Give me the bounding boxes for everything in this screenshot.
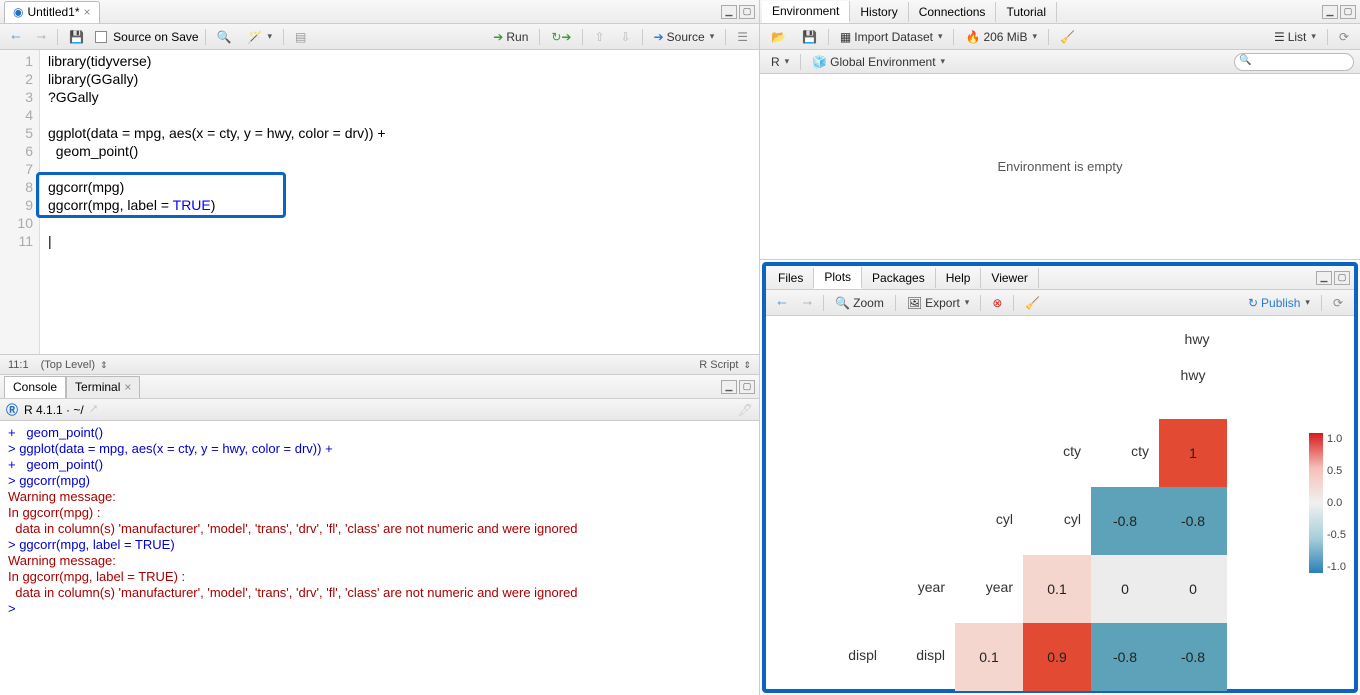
rerun-button[interactable]: ↻➔ <box>546 28 576 46</box>
tab-viewer[interactable]: Viewer <box>981 268 1038 288</box>
language-indicator[interactable]: R Script ⇕ <box>699 359 751 371</box>
console-tab[interactable]: Console <box>4 376 66 398</box>
env-toolbar: 📂 💾 ▦ Import Dataset▾ 🔥 206 MiB▾ 🧹 ☰ Lis… <box>760 24 1360 50</box>
cube-icon: 🧊 <box>812 55 827 69</box>
find-button[interactable]: 🔍 <box>212 28 237 46</box>
tab-packages[interactable]: Packages <box>862 268 936 288</box>
corr-cell: -0.8 <box>1091 487 1159 555</box>
save-button[interactable]: 💾 <box>64 28 89 46</box>
source-pane: ◉ Untitled1* × ▁ ▢ ⭠ ⭢ 💾 Source on Save … <box>0 0 759 375</box>
publish-button[interactable]: ↻ Publish▾ <box>1243 294 1315 312</box>
plot-canvas: displyearcylctyhwy0.10.9-0.8-0.80.100-0.… <box>766 316 1354 689</box>
save-workspace-button[interactable]: 💾 <box>797 28 822 46</box>
code-editor[interactable]: 1234567891011 library(tidyverse)library(… <box>0 50 759 354</box>
corr-cell: -0.8 <box>1159 623 1227 691</box>
maximize-pane-button[interactable]: ▢ <box>739 5 755 19</box>
corr-cell: 0 <box>1091 555 1159 623</box>
source-tab[interactable]: ◉ Untitled1* × <box>4 1 100 23</box>
open-folder-icon[interactable]: ⭧ <box>90 402 98 417</box>
maximize-pane-button[interactable]: ▢ <box>739 380 755 394</box>
corr-cell: 0.9 <box>1023 623 1091 691</box>
plot-prev-button[interactable]: ⭠ <box>772 293 792 312</box>
refresh-plot-button[interactable]: ⟳ <box>1328 294 1348 312</box>
console-toolbar: Ⓡ R 4.1.1 · ~/ ⭧ 🖋 <box>0 399 759 421</box>
source-toolbar: ⭠ ⭢ 💾 Source on Save 🔍 🪄▾ ▤ ➔Run ↻➔ ⇧ ⇩ <box>0 24 759 50</box>
r-version-label: R 4.1.1 · ~/ <box>24 403 84 417</box>
terminal-tab[interactable]: Terminal× <box>66 376 140 398</box>
corr-cell: 0.1 <box>1023 555 1091 623</box>
environment-pane: Environment History Connections Tutorial… <box>760 0 1360 260</box>
scope-indicator[interactable]: (Top Level) ⇕ <box>41 359 108 371</box>
corr-cell: 0 <box>1159 555 1227 623</box>
code-area[interactable]: library(tidyverse)library(GGally)?GGally… <box>40 50 759 354</box>
outline-button[interactable]: ☰ <box>732 28 753 46</box>
export-button[interactable]: 🖼 Export▾ <box>902 294 974 312</box>
maximize-pane-button[interactable]: ▢ <box>1340 5 1356 19</box>
env-search-input[interactable] <box>1234 53 1354 71</box>
import-dataset-button[interactable]: ▦ Import Dataset▾ <box>835 28 948 46</box>
tab-plots[interactable]: Plots <box>814 267 862 289</box>
tab-tutorial[interactable]: Tutorial <box>996 2 1057 22</box>
env-scope[interactable]: 🧊 Global Environment▾ <box>807 53 950 71</box>
r-doc-icon: ◉ <box>13 5 23 19</box>
env-empty-message: Environment is empty <box>760 74 1360 259</box>
refresh-button[interactable]: ⟳ <box>1334 28 1354 46</box>
language-scope[interactable]: R▾ <box>766 53 794 71</box>
source-tabstrip: ◉ Untitled1* × ▁ ▢ <box>0 0 759 24</box>
tab-connections[interactable]: Connections <box>909 2 997 22</box>
run-button[interactable]: ➔Run <box>488 28 533 46</box>
env-tabstrip: Environment History Connections Tutorial… <box>760 0 1360 24</box>
plots-pane: Files Plots Packages Help Viewer ▁ ▢ ⭠ ⭢… <box>762 262 1358 693</box>
close-icon[interactable]: × <box>84 5 91 19</box>
wand-button[interactable]: 🪄▾ <box>243 28 277 46</box>
close-icon[interactable]: × <box>124 380 131 394</box>
source-statusbar: 11:1 (Top Level) ⇕ R Script ⇕ <box>0 354 759 374</box>
console-output[interactable]: + geom_point()> ggplot(data = mpg, aes(x… <box>0 421 759 695</box>
corr-cell: 1 <box>1159 419 1227 487</box>
source-tab-title: Untitled1* <box>27 5 79 19</box>
clear-plots-button[interactable]: 🧹 <box>1020 294 1045 312</box>
report-button[interactable]: ▤ <box>290 28 311 46</box>
minimize-pane-button[interactable]: ▁ <box>1322 5 1338 19</box>
source-on-save-label: Source on Save <box>113 30 198 44</box>
memory-indicator[interactable]: 🔥 206 MiB▾ <box>960 28 1042 46</box>
plot-next-button[interactable]: ⭢ <box>798 293 818 312</box>
clear-workspace-button[interactable]: 🧹 <box>1055 28 1080 46</box>
plots-tabstrip: Files Plots Packages Help Viewer ▁ ▢ <box>766 266 1354 290</box>
source-on-save-checkbox[interactable] <box>95 31 107 43</box>
minimize-pane-button[interactable]: ▁ <box>721 380 737 394</box>
tab-files[interactable]: Files <box>768 268 814 288</box>
view-mode-button[interactable]: ☰ List▾ <box>1269 28 1321 46</box>
minimize-pane-button[interactable]: ▁ <box>721 5 737 19</box>
remove-plot-button[interactable]: ⊗ <box>987 294 1007 312</box>
section-up-button[interactable]: ⇧ <box>589 28 609 46</box>
console-pane: Console Terminal× ▁ ▢ Ⓡ R 4.1.1 · ~/ ⭧ 🖋… <box>0 375 759 695</box>
source-button[interactable]: ➔Source▾ <box>649 28 720 46</box>
tab-history[interactable]: History <box>850 2 908 22</box>
back-button[interactable]: ⭠ <box>6 27 26 46</box>
forward-button[interactable]: ⭢ <box>32 27 52 46</box>
console-tabstrip: Console Terminal× ▁ ▢ <box>0 375 759 399</box>
line-gutter: 1234567891011 <box>0 50 40 354</box>
tab-environment[interactable]: Environment <box>762 1 850 23</box>
section-down-button[interactable]: ⇩ <box>616 28 636 46</box>
minimize-pane-button[interactable]: ▁ <box>1316 271 1332 285</box>
corr-cell: -0.8 <box>1091 623 1159 691</box>
cursor-position: 11:1 <box>8 359 29 371</box>
plots-toolbar: ⭠ ⭢ 🔍 Zoom 🖼 Export▾ ⊗ 🧹 ↻ Publish▾ ⟳ <box>766 290 1354 316</box>
r-logo-icon: Ⓡ <box>6 401 18 418</box>
tab-help[interactable]: Help <box>936 268 982 288</box>
load-workspace-button[interactable]: 📂 <box>766 28 791 46</box>
maximize-pane-button[interactable]: ▢ <box>1334 271 1350 285</box>
zoom-button[interactable]: 🔍 Zoom <box>830 294 889 312</box>
clear-console-button[interactable]: 🖋 <box>738 403 753 417</box>
corr-cell: -0.8 <box>1159 487 1227 555</box>
corr-cell: 0.1 <box>955 623 1023 691</box>
env-scope-bar: R▾ 🧊 Global Environment▾ <box>760 50 1360 74</box>
